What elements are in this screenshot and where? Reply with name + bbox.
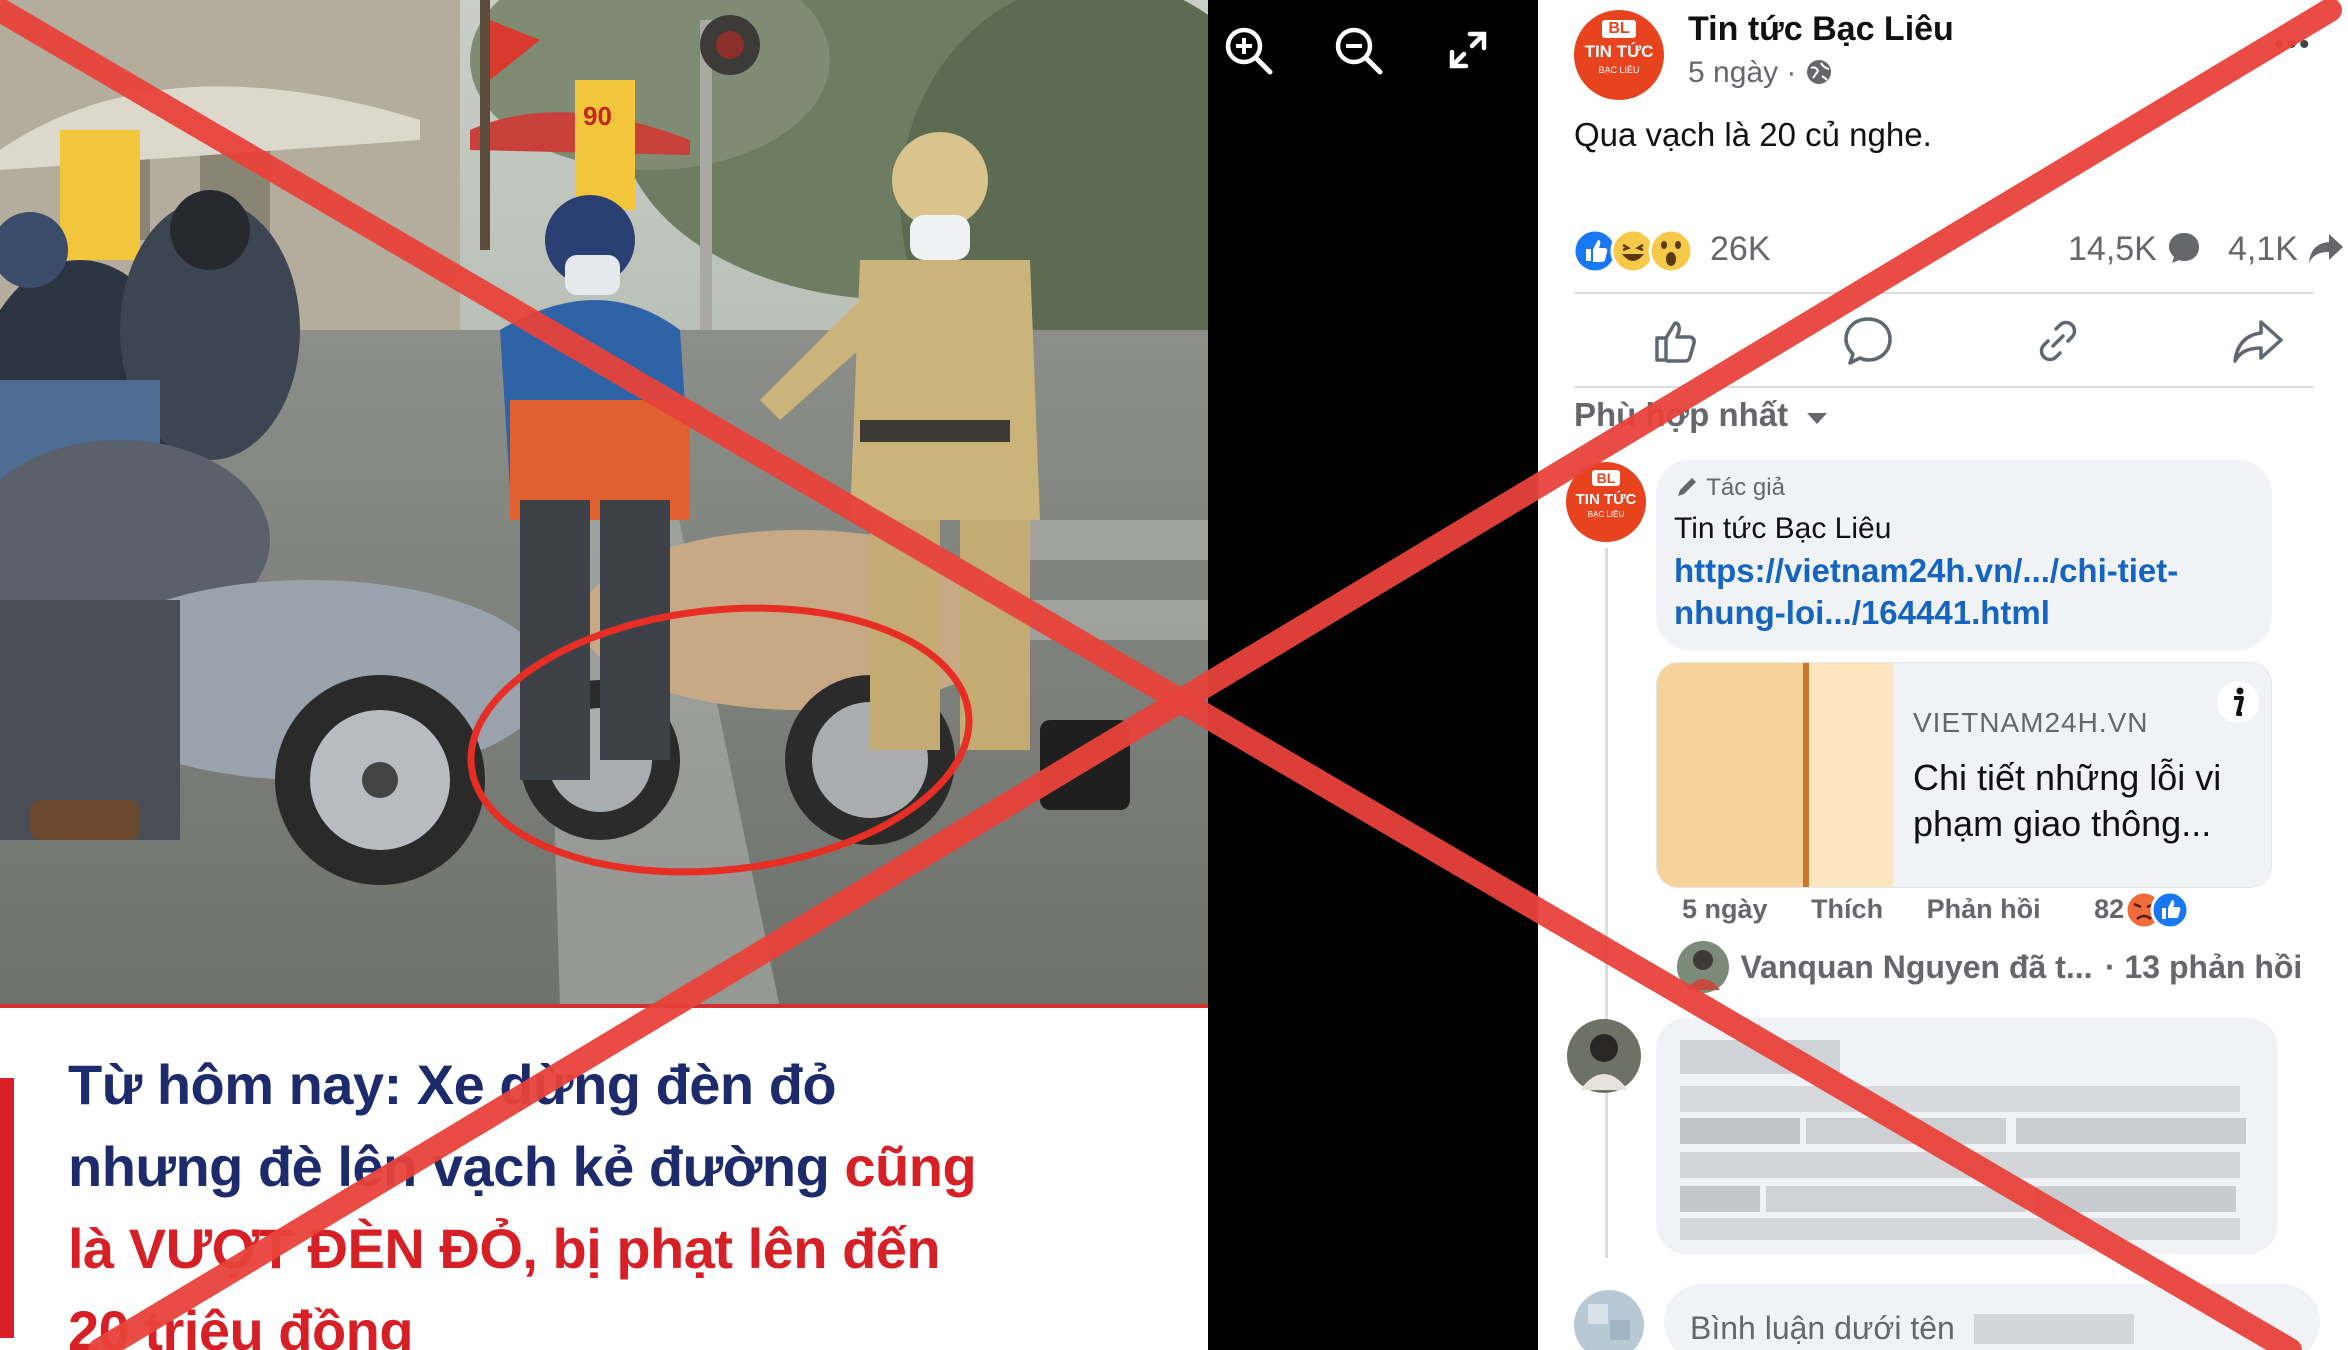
like-small-reaction-icon bbox=[2150, 890, 2190, 930]
replies-count: · 13 phản hồi bbox=[2104, 948, 2303, 985]
pencil-icon bbox=[1678, 478, 1696, 496]
globe-icon bbox=[1806, 60, 1831, 84]
expand-icon bbox=[1449, 31, 1487, 69]
comment-count[interactable]: 14,5K bbox=[2068, 230, 2202, 269]
thumbs-up-icon bbox=[1655, 321, 1696, 363]
page-name[interactable]: Tin tức Bạc Liêu bbox=[1688, 10, 1954, 49]
post-body: Qua vạch là 20 củ nghe. bbox=[1574, 116, 1932, 153]
facebook-post-panel: BL TIN TỨC BẠC LIÊU Tin tức Bạc Liêu 5 n… bbox=[1538, 0, 2348, 1350]
zoom-in-button[interactable] bbox=[1220, 22, 1276, 78]
avatar-text-bottom: BẠC LIÊU bbox=[1598, 65, 1640, 75]
comment-count-text: 14,5K bbox=[2068, 230, 2157, 268]
replies-summary-text: Vanquan Nguyen đã t... bbox=[1740, 948, 2093, 985]
comment-reaction-count[interactable]: 82 bbox=[2094, 894, 2124, 924]
divider bbox=[1574, 386, 2314, 388]
headline-line-1: Từ hôm nay: Xe dừng đèn đỏ bbox=[68, 1053, 837, 1116]
share-icon bbox=[2233, 320, 2283, 363]
photo-viewer-sidebar bbox=[1208, 0, 1538, 1350]
share-count[interactable]: 4,1K bbox=[2228, 230, 2345, 269]
current-user-avatar[interactable] bbox=[1574, 1290, 1644, 1350]
headline-line-4: 20 triệu đồng bbox=[68, 1298, 414, 1350]
comment-like-button[interactable]: Thích bbox=[1811, 894, 1883, 924]
share-count-text: 4,1K bbox=[2228, 230, 2298, 268]
headline-accent-bar bbox=[0, 1078, 14, 1338]
more-options-icon[interactable]: ••• bbox=[2274, 28, 2312, 62]
preview-domain: VIETNAM24H.VN bbox=[1913, 707, 2149, 738]
preview-thumbnail bbox=[1657, 663, 1893, 887]
zoom-out-button[interactable] bbox=[1330, 22, 1386, 78]
zoom-in-icon bbox=[1225, 27, 1273, 75]
replies-summary[interactable]: Vanquan Nguyen đã t... · 13 phản hồi bbox=[1676, 940, 2302, 996]
blurred-commenter-avatar[interactable] bbox=[1566, 1018, 1642, 1094]
author-comment-bubble[interactable]: Tác giả Tin tức Bạc Liêu https://vietnam… bbox=[1656, 460, 2272, 650]
composer-placeholder: Bình luận dưới tên bbox=[1690, 1310, 2134, 1347]
copy-link-button[interactable] bbox=[2018, 306, 2098, 376]
share-button[interactable] bbox=[2218, 306, 2298, 376]
pixelated-comment-content bbox=[1680, 1040, 2246, 1240]
headline-line-4-text: 20 triệu đồng bbox=[68, 1299, 414, 1350]
street-scene-image: 90 bbox=[0, 0, 1208, 1008]
author-badge-text: Tác giả bbox=[1706, 474, 1785, 501]
wow-reaction-icon bbox=[1648, 228, 1694, 274]
sort-label: Phù hợp nhất bbox=[1574, 396, 1789, 433]
info-icon[interactable] bbox=[2215, 679, 2261, 725]
divider bbox=[1574, 292, 2314, 294]
zoom-out-icon bbox=[1335, 27, 1383, 75]
comment-time[interactable]: 5 ngày bbox=[1682, 894, 1768, 924]
comment-composer[interactable]: Bình luận dưới tên bbox=[1664, 1284, 2320, 1350]
comment-reply-button[interactable]: Phản hồi bbox=[1927, 894, 2041, 924]
preview-title-line-2: phạm giao thông... bbox=[1913, 803, 2212, 844]
shared-photo[interactable]: 90 Từ hôm nay: Xe dừng đèn đỏ nhưng đè l… bbox=[0, 0, 1208, 1350]
comment-button[interactable] bbox=[1828, 306, 1908, 376]
share-arrow-icon bbox=[2309, 234, 2344, 263]
comment-icon bbox=[1844, 317, 1892, 365]
fullscreen-button[interactable] bbox=[1440, 22, 1496, 78]
avatar-text-top: BL bbox=[1602, 20, 1636, 38]
link-preview-card[interactable]: VIETNAM24H.VN Chi tiết những lỗi vi phạm… bbox=[1656, 662, 2272, 888]
post-time[interactable]: 5 ngày · bbox=[1688, 56, 1833, 90]
comment-link-line-1[interactable]: https://vietnam24h.vn/.../chi-tiet- bbox=[1674, 552, 2178, 590]
reaction-count[interactable]: 26K bbox=[1710, 230, 1771, 269]
commenter-avatar-text-middle: TIN TỨC bbox=[1575, 491, 1637, 508]
commenter-avatar-text-top: BL bbox=[1591, 470, 1621, 486]
commenter-avatar[interactable]: BL TIN TỨC BẠC LIÊU bbox=[1566, 462, 1646, 542]
headline-line-2: nhưng đè lên vạch kẻ đường cũng bbox=[68, 1134, 977, 1199]
comment-sort-dropdown[interactable]: Phù hợp nhất bbox=[1574, 396, 1831, 442]
reaction-icons[interactable] bbox=[1572, 228, 1702, 274]
replier-avatar bbox=[1677, 941, 1729, 993]
headline-line-2-red: cũng bbox=[844, 1135, 977, 1198]
author-badge: Tác giả bbox=[1674, 474, 1785, 502]
comment-link-line-2[interactable]: nhung-loi.../164441.html bbox=[1674, 594, 2050, 632]
headline-line-3: là VƯỢT ĐÈN ĐỎ, bị phạt lên đến bbox=[68, 1216, 941, 1281]
blurred-comment-bubble[interactable] bbox=[1656, 1018, 2278, 1254]
composer-placeholder-blurred-name bbox=[1973, 1314, 2134, 1344]
like-button[interactable] bbox=[1638, 306, 1718, 376]
commenter-avatar-text-bottom: BẠC LIÊU bbox=[1587, 510, 1625, 519]
thread-line bbox=[1605, 548, 1608, 1258]
comment-bubble-icon bbox=[2169, 233, 2200, 263]
avatar-text-middle: TIN TỨC bbox=[1584, 42, 1654, 61]
commenter-name[interactable]: Tin tức Bạc Liêu bbox=[1674, 512, 1891, 546]
headline-line-3-text: là VƯỢT ĐÈN ĐỎ, bị phạt lên đến bbox=[68, 1217, 941, 1280]
headline-line-2-dark: nhưng đè lên vạch kẻ đường bbox=[68, 1135, 845, 1198]
page-avatar[interactable]: BL TIN TỨC BẠC LIÊU bbox=[1574, 10, 1664, 100]
composer-placeholder-text: Bình luận dưới tên bbox=[1690, 1310, 1955, 1346]
roadside-sign-text: 90 bbox=[583, 101, 612, 131]
link-icon bbox=[2039, 320, 2077, 362]
caret-down-icon bbox=[1807, 413, 1828, 424]
headline-banner: Từ hôm nay: Xe dừng đèn đỏ nhưng đè lên … bbox=[0, 1008, 1208, 1350]
comment-meta: 5 ngày Thích Phản hồi 82 bbox=[1682, 894, 2124, 934]
post-time-text: 5 ngày · bbox=[1688, 56, 1797, 89]
preview-title-line-1: Chi tiết những lỗi vi bbox=[1913, 757, 2222, 798]
